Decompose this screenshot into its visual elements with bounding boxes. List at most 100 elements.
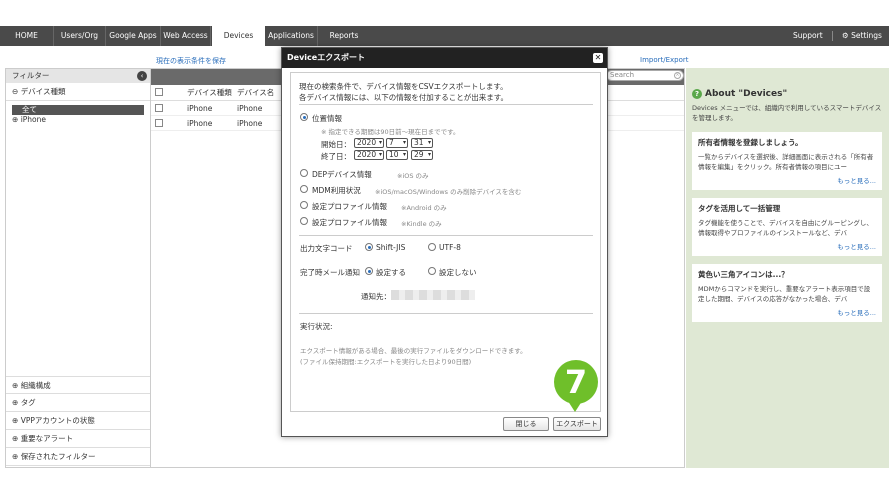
select-all-checkbox[interactable] <box>155 88 163 96</box>
export-button[interactable]: エクスポート <box>553 417 601 431</box>
filter-vpp[interactable]: ⊕ VPPアカウントの状態 <box>6 412 150 430</box>
intro-line-2: 各デバイス情報には、以下の情報を付加することが出来ます。 <box>299 93 509 102</box>
about-title: ? About "Devices" <box>692 89 787 99</box>
col-device-name[interactable]: デバイス名 <box>237 85 274 101</box>
end-year-value: 2020 <box>357 150 377 159</box>
row-checkbox[interactable] <box>155 104 163 112</box>
profile-kindle-label: 設定プロファイル情報 <box>312 218 387 227</box>
dep-radio[interactable] <box>300 169 308 177</box>
collapse-panel-icon[interactable]: ‹ <box>137 71 147 81</box>
end-day-select[interactable]: 29 ▾ <box>411 150 433 160</box>
start-day-select[interactable]: 31 ▾ <box>411 138 433 148</box>
tip-card: タグを活用して一括管理 タグ機能を使うことで、デバイスを自由にグルーピングし、情… <box>692 198 882 256</box>
expand-icon: ⊖ <box>12 87 19 96</box>
gear-icon: ⚙ <box>842 31 849 40</box>
expand-icon: ⊕ <box>12 434 19 443</box>
encoding-sjis-label: Shift-JIS <box>376 243 406 252</box>
end-year-select[interactable]: 2020 ▾ <box>354 150 384 160</box>
expand-icon: ⊕ <box>12 398 19 407</box>
row-checkbox[interactable] <box>155 119 163 127</box>
row-name: iPhone <box>237 104 263 113</box>
encoding-utf8-radio[interactable] <box>428 243 436 251</box>
more-link[interactable]: もっと見る... <box>698 241 876 251</box>
filter-tag[interactable]: ⊕ タグ <box>6 394 150 412</box>
filter-option-all[interactable]: 全て <box>12 105 144 115</box>
filter-tag-label: タグ <box>20 398 36 407</box>
chevron-down-icon: ▾ <box>402 139 406 146</box>
save-filter-link[interactable]: 現在の表示条件を保存 <box>156 56 226 66</box>
more-link[interactable]: もっと見る... <box>698 175 876 185</box>
row-type: iPhone <box>187 104 213 113</box>
close-button[interactable]: 閉じる <box>503 417 549 431</box>
divider <box>299 235 593 236</box>
location-label: 位置情報 <box>312 114 342 123</box>
start-month-select[interactable]: 7 ▾ <box>386 138 408 148</box>
filter-alert[interactable]: ⊕ 重要なアラート <box>6 430 150 448</box>
tab-reports[interactable]: Reports <box>318 26 370 46</box>
end-day-value: 29 <box>414 150 424 159</box>
more-link[interactable]: もっと見る... <box>698 307 876 317</box>
status-note-2: (ファイル保持期間:エクスポートを実行した日より90日間) <box>300 358 472 366</box>
help-icon: ? <box>692 89 702 99</box>
filter-org[interactable]: ⊕ 組織構成 <box>6 376 150 394</box>
filter-org-label: 組織構成 <box>20 381 51 390</box>
search-input[interactable]: Search × <box>606 70 684 81</box>
profile-android-radio[interactable] <box>300 201 308 209</box>
tab-web-access[interactable]: Web Access <box>161 26 211 46</box>
expand-icon: ⊕ <box>12 381 19 390</box>
tip-card: 所有者情報を登録しましょう。 一覧からデバイスを選択後、詳細画面に表示される「所… <box>692 132 882 190</box>
settings-link[interactable]: ⚙ Settings <box>842 26 882 46</box>
tab-users-org[interactable]: Users/Org <box>54 26 106 46</box>
tab-devices[interactable]: Devices <box>212 24 265 46</box>
mail-off-radio[interactable] <box>428 267 436 275</box>
clear-search-icon[interactable]: × <box>674 72 681 79</box>
end-date-label: 終了日： <box>321 152 351 161</box>
col-device-type[interactable]: デバイス種類 <box>187 85 232 101</box>
tip-title: タグを活用して一括管理 <box>698 204 781 213</box>
mdm-radio[interactable] <box>300 185 308 193</box>
tip-card: 黄色い三角アイコンは...？ MDMからコマンドを実行し、重要なアラート表示項目… <box>692 264 882 322</box>
support-link[interactable]: Support <box>793 26 823 46</box>
iphone-label: iPhone <box>20 115 47 124</box>
mail-label: 完了時メール通知 <box>300 268 360 277</box>
filter-vpp-label: VPPアカウントの状態 <box>20 416 95 425</box>
mdm-label: MDM利用状況 <box>312 186 361 195</box>
profile-kindle-note: ※Kindle のみ <box>401 220 442 228</box>
row-type: iPhone <box>187 119 213 128</box>
expand-icon: ⊕ <box>12 452 19 461</box>
close-icon[interactable]: ✕ <box>593 53 603 63</box>
tab-applications[interactable]: Applications <box>265 26 318 46</box>
tab-home[interactable]: HOME <box>0 26 54 46</box>
top-nav: HOME Users/Org Google Apps Web Access De… <box>0 24 889 46</box>
import-export-link[interactable]: Import/Export <box>640 56 689 64</box>
dialog-body: 現在の検索条件で、デバイス情報をCSVエクスポートします。 各デバイス情報には、… <box>290 72 601 412</box>
intro-line-1: 現在の検索条件で、デバイス情報をCSVエクスポートします。 <box>299 82 508 91</box>
search-placeholder: Search <box>610 71 635 79</box>
filter-title: フィルター <box>12 71 50 80</box>
dep-label: DEPデバイス情報 <box>312 170 372 179</box>
end-month-value: 10 <box>389 150 399 159</box>
notify-address-redacted <box>391 290 475 300</box>
start-month-value: 7 <box>389 138 394 147</box>
status-label: 実行状況: <box>300 322 333 331</box>
mdm-note: ※iOS/macOS/Windows のみ削除デバイスを含む <box>375 188 522 196</box>
settings-label: Settings <box>851 31 882 40</box>
tab-google-apps[interactable]: Google Apps <box>106 26 161 46</box>
filter-device-type[interactable]: ⊖ デバイス種類 <box>6 83 150 101</box>
end-month-select[interactable]: 10 ▾ <box>386 150 408 160</box>
filter-header: フィルター ‹ <box>6 69 150 83</box>
filter-option-iphone[interactable]: ⊕ iPhone <box>6 115 150 125</box>
filter-saved[interactable]: ⊕ 保存されたフィルター <box>6 448 150 466</box>
start-year-select[interactable]: 2020 ▾ <box>354 138 384 148</box>
about-title-text: About "Devices" <box>705 89 788 99</box>
location-radio[interactable] <box>300 113 308 121</box>
mail-on-label: 設定する <box>376 268 406 277</box>
plus-icon: ⊕ <box>12 115 19 124</box>
profile-kindle-radio[interactable] <box>300 217 308 225</box>
row-name: iPhone <box>237 119 263 128</box>
encoding-sjis-radio[interactable] <box>365 243 373 251</box>
filter-panel: フィルター ‹ ⊖ デバイス種類 全て ⊕ iPhone ⊕ 組織構成 ⊕ タグ… <box>5 68 151 468</box>
mail-on-radio[interactable] <box>365 267 373 275</box>
chevron-down-icon: ▾ <box>427 139 431 146</box>
divider <box>299 104 593 105</box>
